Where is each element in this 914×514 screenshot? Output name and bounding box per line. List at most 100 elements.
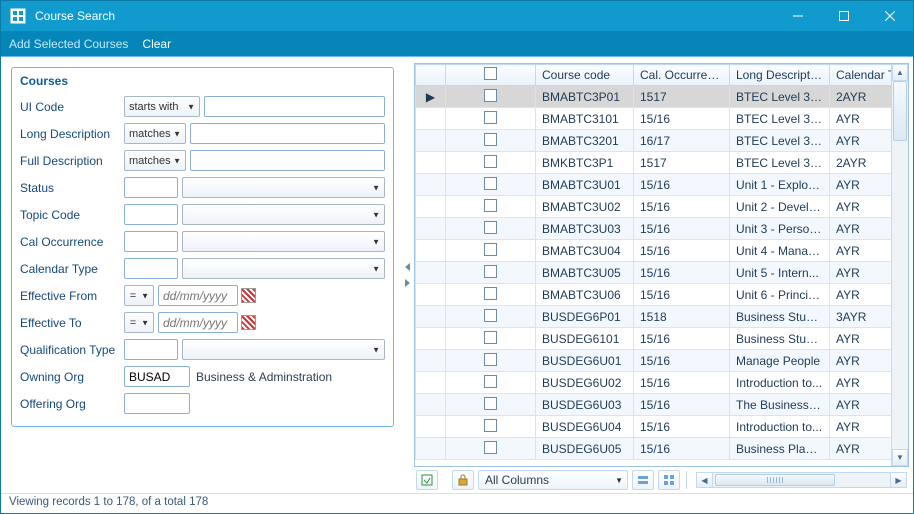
input-offering-org[interactable] bbox=[124, 393, 190, 414]
op-long-desc[interactable]: matches▼ bbox=[124, 123, 186, 144]
columns-selector[interactable]: All Columns▼ bbox=[478, 470, 628, 490]
row-checkbox[interactable] bbox=[446, 328, 536, 350]
row-selector[interactable]: ▶ bbox=[416, 86, 446, 108]
op-effective-to[interactable]: =▼ bbox=[124, 312, 154, 333]
row-checkbox[interactable] bbox=[446, 240, 536, 262]
splitter[interactable] bbox=[400, 57, 414, 493]
view-button-1[interactable] bbox=[632, 470, 654, 490]
table-row[interactable]: BMABTC320116/17BTEC Level 3 D...AYR bbox=[416, 130, 892, 152]
row-selector[interactable] bbox=[416, 240, 446, 262]
row-selector[interactable] bbox=[416, 196, 446, 218]
hscroll-thumb[interactable] bbox=[715, 474, 835, 486]
row-selector[interactable] bbox=[416, 284, 446, 306]
input-ui-code[interactable] bbox=[204, 96, 385, 117]
horizontal-scrollbar[interactable]: ◀ ▶ bbox=[696, 472, 907, 488]
combo-topic-code[interactable]: ▼ bbox=[182, 204, 385, 225]
combo-status[interactable]: ▼ bbox=[182, 177, 385, 198]
menu-add-selected[interactable]: Add Selected Courses bbox=[9, 37, 128, 51]
calendar-icon[interactable] bbox=[241, 288, 256, 303]
row-selector[interactable] bbox=[416, 130, 446, 152]
header-calendar-type[interactable]: Calendar Type bbox=[830, 65, 892, 86]
table-row[interactable]: BMABTC3U0115/16Unit 1 - Explori...AYR bbox=[416, 174, 892, 196]
row-selector[interactable] bbox=[416, 328, 446, 350]
view-button-2[interactable] bbox=[658, 470, 680, 490]
combo-qualification-type[interactable]: ▼ bbox=[182, 339, 385, 360]
input-effective-to[interactable] bbox=[158, 312, 238, 333]
table-row[interactable]: BMKBTC3P11517BTEC Level 3 D...2AYR bbox=[416, 152, 892, 174]
row-checkbox[interactable] bbox=[446, 394, 536, 416]
row-checkbox[interactable] bbox=[446, 108, 536, 130]
table-row[interactable]: BMABTC3U0315/16Unit 3 - Person...AYR bbox=[416, 218, 892, 240]
table-row[interactable]: BUSDEG6U0215/16Introduction to...AYR bbox=[416, 372, 892, 394]
input-owning-org[interactable] bbox=[124, 366, 190, 387]
table-row[interactable]: BUSDEG6U0115/16Manage PeopleAYR bbox=[416, 350, 892, 372]
row-selector[interactable] bbox=[416, 306, 446, 328]
op-ui-code[interactable]: starts with▼ bbox=[124, 96, 200, 117]
row-checkbox[interactable] bbox=[446, 306, 536, 328]
export-button[interactable] bbox=[416, 470, 438, 490]
row-selector[interactable] bbox=[416, 438, 446, 460]
table-row[interactable]: BMABTC3U0515/16Unit 5 - Intern...AYR bbox=[416, 262, 892, 284]
input-effective-from[interactable] bbox=[158, 285, 238, 306]
op-full-desc[interactable]: matches▼ bbox=[124, 150, 186, 171]
row-selector[interactable] bbox=[416, 262, 446, 284]
row-selector[interactable] bbox=[416, 416, 446, 438]
vertical-scrollbar[interactable]: ▲ ▼ bbox=[891, 64, 908, 466]
header-long-description[interactable]: Long Description bbox=[730, 65, 830, 86]
row-checkbox[interactable] bbox=[446, 438, 536, 460]
combo-calendar-type[interactable]: ▼ bbox=[182, 258, 385, 279]
row-checkbox[interactable] bbox=[446, 350, 536, 372]
table-row[interactable]: BUSDEG610115/16Business Studi...AYR bbox=[416, 328, 892, 350]
row-checkbox[interactable] bbox=[446, 284, 536, 306]
row-checkbox[interactable] bbox=[446, 262, 536, 284]
lock-button[interactable] bbox=[452, 470, 474, 490]
header-cal-occurrence[interactable]: Cal. Occurrence... bbox=[634, 65, 730, 86]
table-row[interactable]: BMABTC3U0615/16Unit 6 - Princip...AYR bbox=[416, 284, 892, 306]
close-button[interactable] bbox=[867, 1, 913, 31]
row-selector[interactable] bbox=[416, 174, 446, 196]
header-checkbox[interactable] bbox=[446, 65, 536, 86]
menu-clear[interactable]: Clear bbox=[142, 37, 171, 51]
scroll-left-button[interactable]: ◀ bbox=[697, 473, 713, 487]
row-selector[interactable] bbox=[416, 350, 446, 372]
results-grid[interactable]: Course code Cal. Occurrence... Long Desc… bbox=[415, 64, 891, 466]
row-selector[interactable] bbox=[416, 108, 446, 130]
table-row[interactable]: BUSDEG6U0315/16The Business E...AYR bbox=[416, 394, 892, 416]
scroll-right-button[interactable]: ▶ bbox=[890, 473, 906, 487]
row-checkbox[interactable] bbox=[446, 218, 536, 240]
row-checkbox[interactable] bbox=[446, 130, 536, 152]
row-checkbox[interactable] bbox=[446, 174, 536, 196]
table-row[interactable]: BUSDEG6P011518Business Studi...3AYR bbox=[416, 306, 892, 328]
table-row[interactable]: BMABTC3U0415/16Unit 4 - Manag...AYR bbox=[416, 240, 892, 262]
table-row[interactable]: BMABTC3U0215/16Unit 2 - Develo...AYR bbox=[416, 196, 892, 218]
row-checkbox[interactable] bbox=[446, 152, 536, 174]
scroll-down-button[interactable]: ▼ bbox=[892, 449, 908, 466]
row-selector[interactable] bbox=[416, 218, 446, 240]
table-row[interactable]: BMABTC310115/16BTEC Level 3 D...AYR bbox=[416, 108, 892, 130]
input-cal-occurrence[interactable] bbox=[124, 231, 178, 252]
table-row[interactable]: BUSDEG6U0515/16Business Plann...AYR bbox=[416, 438, 892, 460]
minimize-button[interactable] bbox=[775, 1, 821, 31]
input-topic-code[interactable] bbox=[124, 204, 178, 225]
table-row[interactable]: BUSDEG6U0415/16Introduction to...AYR bbox=[416, 416, 892, 438]
input-qualification-type[interactable] bbox=[124, 339, 178, 360]
scroll-thumb[interactable] bbox=[893, 81, 907, 141]
header-rowselector[interactable] bbox=[416, 65, 446, 86]
scroll-up-button[interactable]: ▲ bbox=[892, 64, 908, 81]
header-course-code[interactable]: Course code bbox=[536, 65, 634, 86]
combo-cal-occurrence[interactable]: ▼ bbox=[182, 231, 385, 252]
maximize-button[interactable] bbox=[821, 1, 867, 31]
row-checkbox[interactable] bbox=[446, 372, 536, 394]
input-full-desc[interactable] bbox=[190, 150, 385, 171]
row-checkbox[interactable] bbox=[446, 416, 536, 438]
calendar-icon[interactable] bbox=[241, 315, 256, 330]
table-row[interactable]: ▶BMABTC3P011517BTEC Level 3 D...2AYR bbox=[416, 86, 892, 108]
input-calendar-type[interactable] bbox=[124, 258, 178, 279]
row-checkbox[interactable] bbox=[446, 196, 536, 218]
input-status[interactable] bbox=[124, 177, 178, 198]
row-selector[interactable] bbox=[416, 394, 446, 416]
input-long-desc[interactable] bbox=[190, 123, 385, 144]
row-selector[interactable] bbox=[416, 152, 446, 174]
row-checkbox[interactable] bbox=[446, 86, 536, 108]
row-selector[interactable] bbox=[416, 372, 446, 394]
